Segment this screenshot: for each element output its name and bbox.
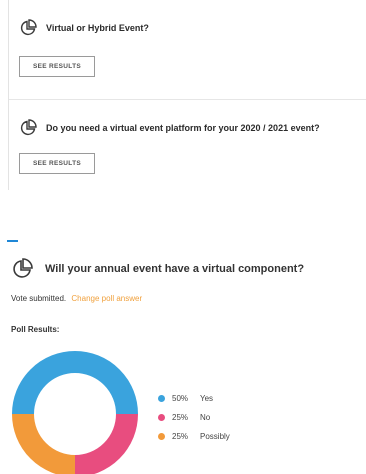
poll-results-label: Poll Results: <box>11 325 60 334</box>
pie-chart-icon <box>13 258 33 278</box>
donut-slice-no <box>74 413 138 474</box>
legend-label: No <box>200 413 211 422</box>
legend-label: Possibly <box>200 432 230 441</box>
legend-item-no: 25% No <box>158 408 230 427</box>
legend-dot <box>158 433 165 440</box>
divider <box>9 99 366 100</box>
chart-legend: 50% Yes 25% No 25% Possibly <box>158 389 230 446</box>
legend-item-yes: 50% Yes <box>158 389 230 408</box>
change-answer-link[interactable]: Change poll answer <box>71 294 142 303</box>
legend-label: Yes <box>200 394 214 403</box>
donut-slice-possibly <box>12 413 76 474</box>
pie-chart-icon <box>20 19 37 36</box>
legend-percent: 25% <box>172 413 189 422</box>
vote-status-text: Vote submitted. <box>11 294 67 303</box>
legend-percent: 25% <box>172 432 189 441</box>
poll-list-card: Virtual or Hybrid Event? SEE RESULTS Do … <box>8 0 366 190</box>
see-results-button[interactable]: SEE RESULTS <box>19 153 95 174</box>
poll-title: Do you need a virtual event platform for… <box>46 123 320 133</box>
pie-chart-icon <box>20 119 37 136</box>
legend-percent: 50% <box>172 394 189 403</box>
accent-marker <box>7 240 18 242</box>
donut-slice-yes <box>12 351 138 415</box>
legend-item-possibly: 25% Possibly <box>158 427 230 446</box>
legend-dot <box>158 414 165 421</box>
legend-dot <box>158 395 165 402</box>
poll-widget-page: Virtual or Hybrid Event? SEE RESULTS Do … <box>0 0 366 474</box>
vote-status-line: Vote submitted. Change poll answer <box>11 294 142 303</box>
results-donut-chart <box>12 351 138 474</box>
active-poll-header: Will your annual event have a virtual co… <box>11 258 304 280</box>
see-results-button[interactable]: SEE RESULTS <box>19 56 95 77</box>
poll-title: Virtual or Hybrid Event? <box>46 23 149 33</box>
poll-item-2: Do you need a virtual event platform for… <box>19 119 320 137</box>
poll-item-1: Virtual or Hybrid Event? <box>19 19 149 37</box>
active-poll-title: Will your annual event have a virtual co… <box>45 263 305 275</box>
